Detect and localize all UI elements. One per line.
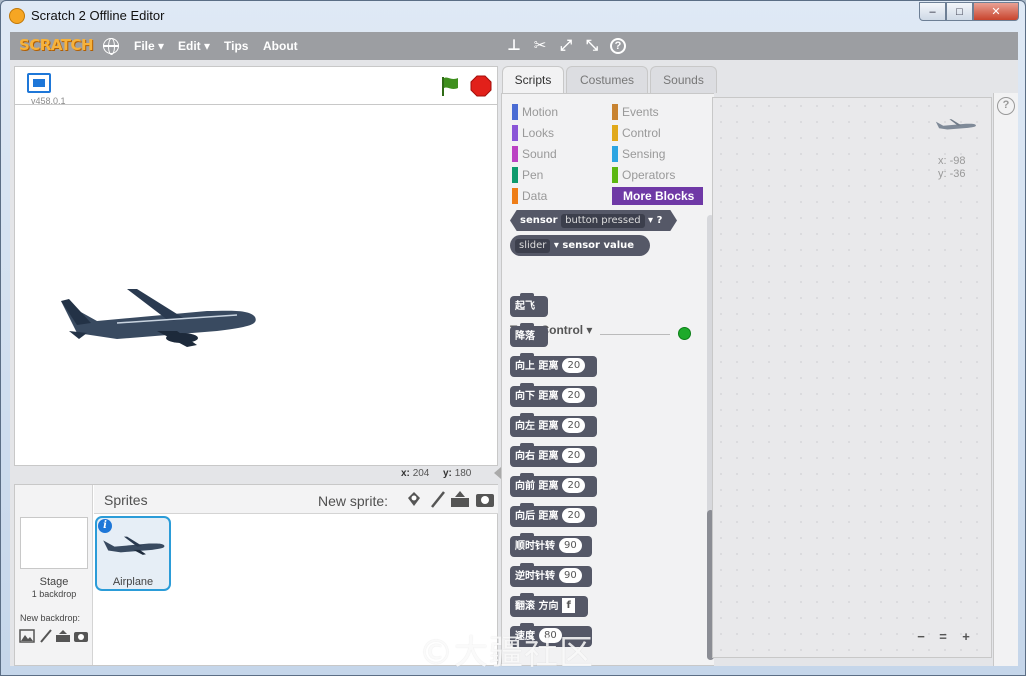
- rotate-cw-block[interactable]: 顺时针转 90: [510, 533, 592, 557]
- paint-backdrop-icon[interactable]: [38, 629, 54, 643]
- duplicate-icon[interactable]: ⊥: [505, 37, 523, 55]
- stage-mouse-y: y: 180: [443, 468, 472, 479]
- sprite-card-airplane[interactable]: i Airplane: [95, 516, 171, 591]
- category-control[interactable]: Control: [612, 124, 661, 142]
- category-motion[interactable]: Motion: [512, 103, 558, 121]
- grow-icon[interactable]: ⤢: [557, 37, 575, 55]
- airplane-sprite[interactable]: [57, 287, 261, 357]
- stop-sign-icon[interactable]: [470, 75, 492, 97]
- category-sensing[interactable]: Sensing: [612, 145, 665, 163]
- sprite-position: x: -98 y: -36: [938, 155, 966, 180]
- move-down-block[interactable]: 向下 距离 20: [510, 383, 597, 407]
- tab-sounds[interactable]: Sounds: [650, 66, 717, 93]
- takeoff-block[interactable]: 起飞: [510, 293, 548, 317]
- flip-direction-block[interactable]: 翻滚 方向 f: [510, 593, 588, 617]
- stage-column: Stage 1 backdrop New backdrop:: [15, 485, 93, 665]
- info-icon[interactable]: i: [98, 519, 112, 533]
- presentation-mode-icon[interactable]: [27, 73, 51, 93]
- tab-costumes[interactable]: Costumes: [566, 66, 648, 93]
- close-button[interactable]: ✕: [973, 2, 1019, 21]
- menu-about[interactable]: About: [263, 39, 298, 53]
- sprites-header: Sprites New sprite:: [94, 485, 498, 514]
- scratch-logo[interactable]: SCRATCH: [19, 36, 94, 54]
- move-forward-block[interactable]: 向前 距离 20: [510, 473, 597, 497]
- menu-tips[interactable]: Tips: [224, 39, 248, 53]
- current-sprite-thumbnail: [935, 119, 976, 130]
- language-globe-icon[interactable]: [103, 38, 119, 55]
- move-left-block[interactable]: 向左 距离 20: [510, 413, 597, 437]
- stage-mouse-x: x: 204: [401, 468, 430, 479]
- category-more-blocks[interactable]: More Blocks: [612, 187, 703, 205]
- new-sprite-label: New sprite:: [318, 493, 389, 509]
- category-data[interactable]: Data: [512, 187, 547, 205]
- green-flag-icon[interactable]: [439, 75, 461, 97]
- zoom-reset-icon[interactable]: =: [933, 627, 953, 647]
- camera-sprite-icon[interactable]: [475, 490, 495, 508]
- sensor-value-reporter-block[interactable]: slider ▾ sensor value: [510, 235, 650, 256]
- backdrop-library-icon[interactable]: [19, 629, 35, 643]
- watermark: ©大疆社区: [419, 633, 594, 673]
- airplane-thumbnail: [103, 536, 165, 555]
- move-right-block[interactable]: 向右 距离 20: [510, 443, 597, 467]
- help-panel: ?: [993, 93, 1018, 666]
- question-mark-icon[interactable]: ?: [997, 97, 1015, 115]
- category-looks[interactable]: Looks: [512, 124, 554, 142]
- editor-main: v458.0.1 x: 204 y: 180 Stage 1 backdrop …: [10, 60, 1018, 666]
- new-backdrop-label: New backdrop:: [20, 613, 81, 623]
- sprites-title: Sprites: [104, 492, 148, 508]
- connection-status-icon: [678, 327, 691, 340]
- land-block[interactable]: 降落: [510, 323, 548, 347]
- zoom-in-icon[interactable]: +: [956, 627, 976, 647]
- rotate-ccw-block[interactable]: 逆时针转 90: [510, 563, 592, 587]
- sensor-button-pressed-block[interactable]: sensor button pressed ▾ ?: [510, 210, 677, 231]
- move-up-block[interactable]: 向上 距离 20: [510, 353, 597, 377]
- menu-edit[interactable]: Edit ▾: [178, 39, 210, 53]
- category-operators[interactable]: Operators: [612, 166, 675, 184]
- stage-label: Stage: [39, 576, 69, 588]
- minimize-button[interactable]: –: [919, 2, 946, 21]
- upload-sprite-icon[interactable]: [450, 490, 470, 508]
- menu-bar: SCRATCH File ▾ Edit ▾ Tips About ⊥ ✂ ⤢ ⤡…: [10, 32, 1018, 60]
- block-help-icon[interactable]: ?: [610, 38, 626, 54]
- stage-header: v458.0.1: [14, 66, 498, 106]
- app-window: Scratch 2 Offline Editor – □ ✕ SCRATCH F…: [0, 0, 1026, 676]
- category-sound[interactable]: Sound: [512, 145, 557, 163]
- title-bar: Scratch 2 Offline Editor – □ ✕: [1, 1, 1025, 31]
- tab-scripts[interactable]: Scripts: [502, 66, 564, 94]
- scripts-area[interactable]: x: -98 y: -36 − = +: [712, 97, 992, 658]
- backdrop-count: 1 backdrop: [31, 589, 77, 599]
- upload-backdrop-icon[interactable]: [55, 629, 71, 643]
- shrink-icon[interactable]: ⤡: [583, 37, 601, 55]
- extension-divider: [600, 334, 670, 335]
- sprite-name: Airplane: [112, 576, 154, 588]
- camera-backdrop-icon[interactable]: [73, 629, 89, 643]
- paint-sprite-icon[interactable]: [428, 490, 448, 508]
- maximize-button[interactable]: □: [946, 2, 973, 21]
- collapse-stage-arrow-icon[interactable]: [494, 467, 501, 479]
- sprite-library-icon[interactable]: [404, 490, 424, 508]
- window-title: Scratch 2 Offline Editor: [31, 8, 165, 23]
- zoom-out-icon[interactable]: −: [911, 627, 931, 647]
- stage-thumbnail[interactable]: [20, 517, 88, 569]
- category-events[interactable]: Events: [612, 103, 659, 121]
- stage-canvas[interactable]: [14, 104, 498, 466]
- block-palette: Motion Events Looks Control Sound Sensin…: [501, 93, 714, 666]
- move-back-block[interactable]: 向后 距离 20: [510, 503, 597, 527]
- category-pen[interactable]: Pen: [512, 166, 543, 184]
- menu-file[interactable]: File ▾: [134, 39, 164, 53]
- scratch-cat-icon: [9, 8, 25, 24]
- cut-icon[interactable]: ✂: [531, 37, 549, 55]
